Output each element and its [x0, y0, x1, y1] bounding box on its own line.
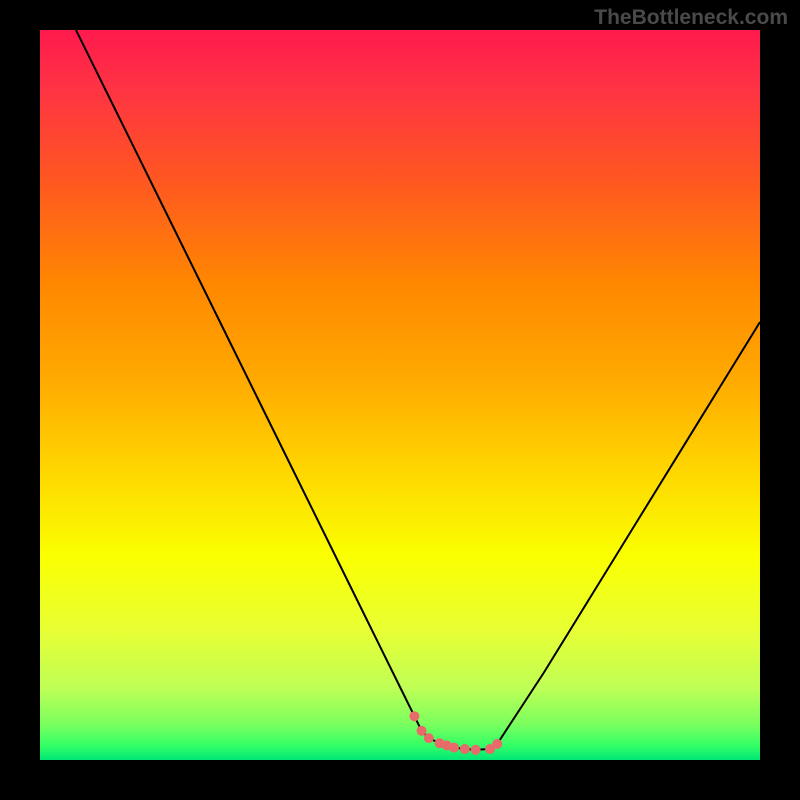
marker-dot [409, 711, 419, 721]
left-curve [76, 30, 497, 750]
curve-svg [40, 30, 760, 760]
marker-dot [417, 726, 427, 736]
marker-dot [424, 733, 434, 743]
data-markers [409, 711, 502, 755]
watermark-text: TheBottleneck.com [594, 6, 788, 30]
marker-dot [449, 743, 459, 753]
marker-dot [460, 744, 470, 754]
chart-container: TheBottleneck.com [0, 0, 800, 800]
marker-dot [471, 745, 481, 755]
right-curve [497, 322, 760, 744]
marker-dot [492, 739, 502, 749]
